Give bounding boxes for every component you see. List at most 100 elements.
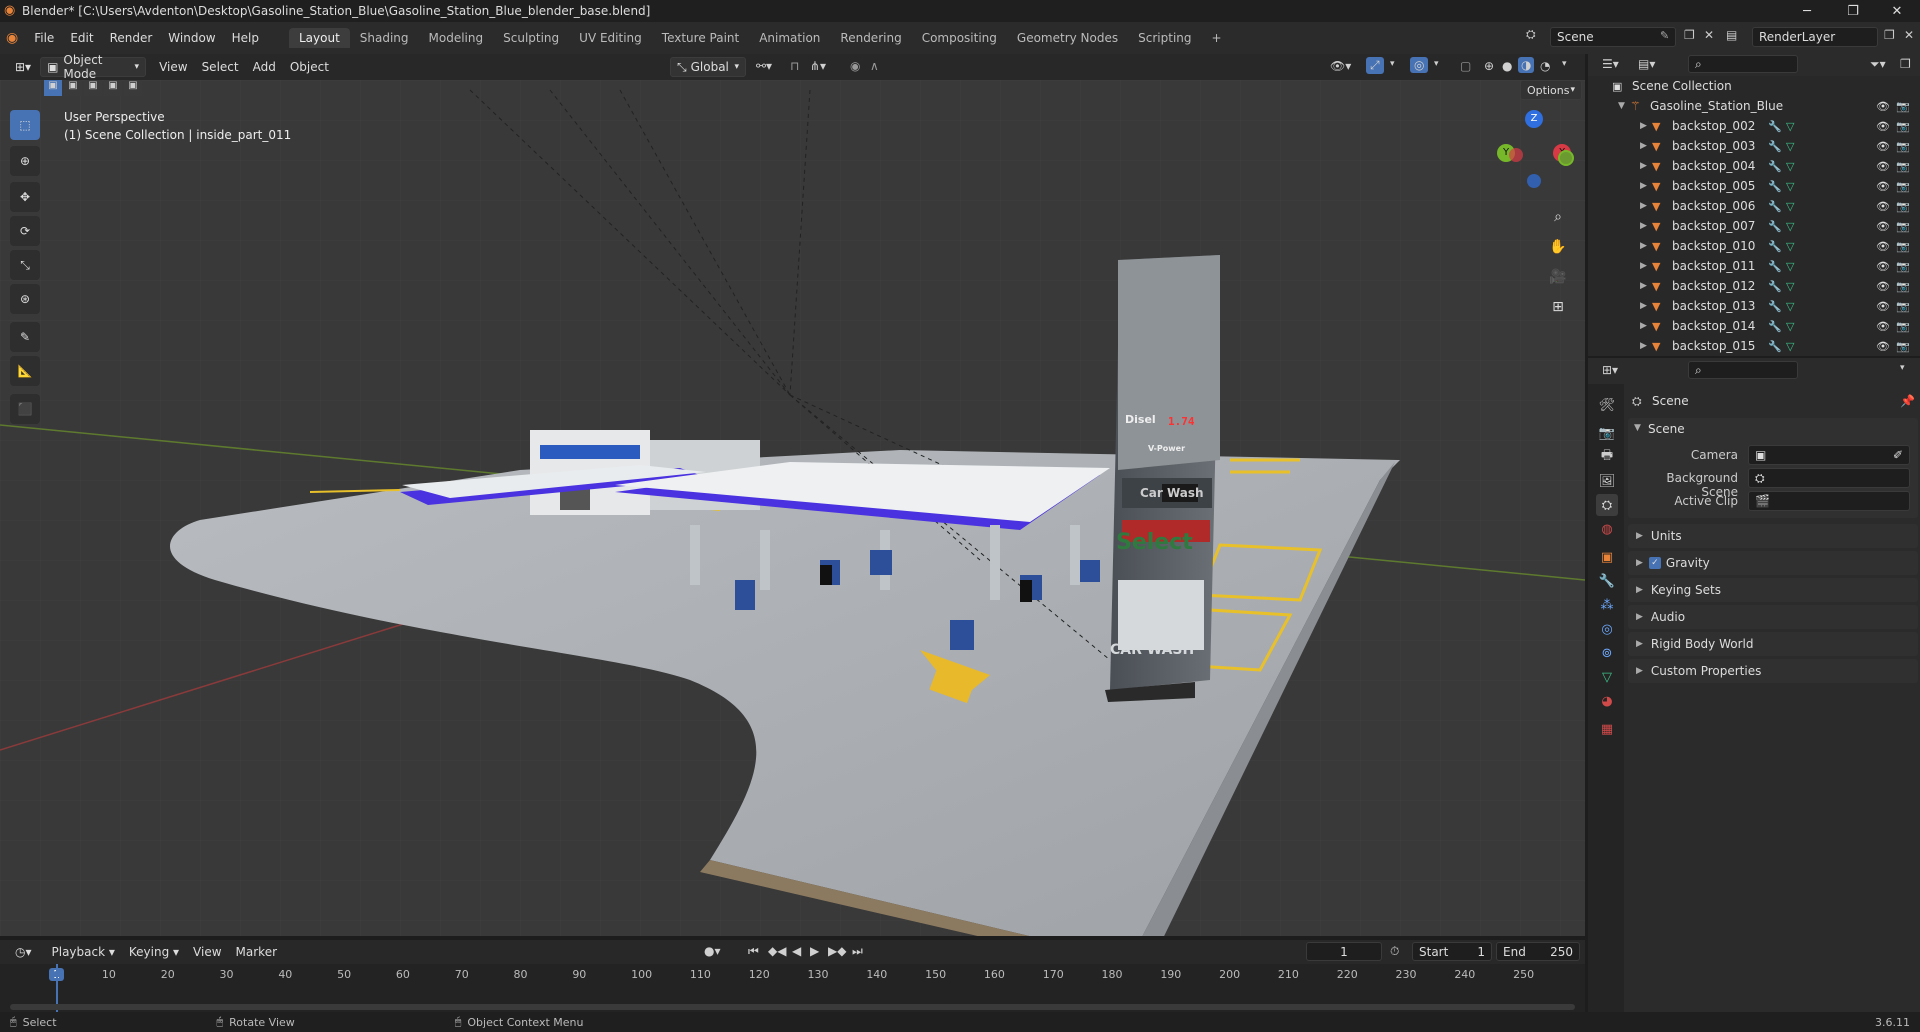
select-subtract-icon[interactable]: ▣ — [84, 80, 102, 96]
select-new-icon[interactable]: ▣ — [44, 80, 62, 96]
rotate-tool[interactable]: ⟳ — [10, 216, 40, 246]
tab-texture-paint[interactable]: Texture Paint — [652, 28, 749, 48]
keying-sets-panel[interactable]: ▶ Keying Sets — [1628, 578, 1918, 602]
eye-icon[interactable]: 👁 — [1876, 120, 1890, 133]
camera-icon[interactable]: 📷 — [1896, 100, 1910, 113]
play-icon[interactable]: ▶ — [810, 944, 819, 958]
camera-icon[interactable]: 📷 — [1896, 320, 1910, 333]
pivot-icon[interactable]: ⚯▾ — [756, 59, 772, 73]
tab-layout[interactable]: Layout — [288, 28, 350, 48]
camera-icon[interactable]: 📷 — [1896, 220, 1910, 233]
expand-right-icon[interactable]: ▶ — [1640, 341, 1647, 351]
current-frame-field[interactable]: 1 — [1306, 942, 1382, 961]
custom-properties-panel[interactable]: ▶ Custom Properties — [1628, 659, 1918, 683]
outliner-item-row[interactable]: ▶ ▼ backstop_005 🔧 ▽ 👁 📷 — [1588, 176, 1920, 196]
texture-tab[interactable]: ▦ — [1596, 718, 1618, 740]
menu-window[interactable]: Window — [160, 31, 223, 45]
mesh-data-icon[interactable]: ▽ — [1786, 240, 1794, 253]
modifier-tab[interactable]: 🔧 — [1596, 570, 1618, 592]
mesh-data-icon[interactable]: ▽ — [1786, 340, 1794, 353]
timeline-view-menu[interactable]: View — [186, 943, 228, 961]
scale-tool[interactable]: ⤡ — [10, 250, 40, 280]
chevron-down-icon[interactable]: ▾ — [1900, 363, 1905, 373]
tab-uv-editing[interactable]: UV Editing — [569, 28, 652, 48]
expand-right-icon[interactable]: ▶ — [1640, 301, 1647, 311]
menu-edit[interactable]: Edit — [62, 31, 101, 45]
mesh-data-icon[interactable]: ▽ — [1786, 220, 1794, 233]
select-extend-icon[interactable]: ▣ — [64, 80, 82, 96]
eye-icon[interactable]: 👁 — [1876, 320, 1890, 333]
gizmo-neg-z-axis[interactable] — [1527, 174, 1541, 188]
outliner-collection-row[interactable]: ▼ ⚚ Gasoline_Station_Blue 👁 📷 — [1588, 96, 1920, 116]
menu-object[interactable]: Object — [283, 58, 336, 76]
gizmo-neg-x-axis[interactable] — [1509, 148, 1523, 162]
modifier-wrench-icon[interactable]: 🔧 — [1768, 260, 1782, 273]
eye-icon[interactable]: 👁 — [1876, 240, 1890, 253]
zoom-icon[interactable]: ⌕ — [1545, 204, 1571, 230]
wireframe-shading-icon[interactable]: ⊕ — [1484, 59, 1494, 73]
end-frame-field[interactable]: End 250 — [1496, 942, 1580, 961]
close-button[interactable]: ✕ — [1874, 0, 1920, 22]
playback-menu[interactable]: Playback ▾ — [45, 943, 122, 961]
visibility-icon[interactable]: 👁▾ — [1330, 59, 1351, 73]
camera-icon[interactable]: 📷 — [1896, 240, 1910, 253]
add-cube-tool[interactable]: ⬛ — [10, 394, 40, 424]
mesh-data-icon[interactable]: ▽ — [1786, 140, 1794, 153]
scene-selector[interactable]: Scene — [1550, 27, 1676, 47]
cursor-tool[interactable]: ⊕ — [10, 146, 40, 176]
blender-menu-icon[interactable]: ◉ — [6, 30, 18, 46]
orientation-dropdown[interactable]: ⤡ Global ▾ — [670, 57, 746, 77]
camera-icon[interactable]: 📷 — [1896, 180, 1910, 193]
delete-layer-icon[interactable]: ✕ — [1904, 28, 1914, 42]
eye-icon[interactable]: 👁 — [1876, 200, 1890, 213]
expand-right-icon[interactable]: ▶ — [1640, 201, 1647, 211]
menu-file[interactable]: File — [26, 31, 62, 45]
solid-shading-icon[interactable]: ● — [1502, 59, 1512, 73]
new-collection-icon[interactable]: ❐ — [1900, 57, 1911, 71]
outliner-editor-icon[interactable]: ☰▾ — [1602, 57, 1619, 71]
camera-icon[interactable]: 📷 — [1896, 340, 1910, 353]
render-layer-selector[interactable]: RenderLayer — [1752, 27, 1878, 47]
modifier-wrench-icon[interactable]: 🔧 — [1768, 340, 1782, 353]
start-frame-field[interactable]: Start 1 — [1412, 942, 1492, 961]
mesh-data-icon[interactable]: ▽ — [1786, 160, 1794, 173]
camera-icon[interactable]: 📷 — [1896, 140, 1910, 153]
outliner-item-row[interactable]: ▶ ▼ backstop_013 🔧 ▽ 👁 📷 — [1588, 296, 1920, 316]
pin-icon[interactable]: ✎ — [1660, 29, 1669, 42]
mesh-data-icon[interactable]: ▽ — [1786, 180, 1794, 193]
jump-end-icon[interactable]: ⏭ — [852, 944, 863, 959]
tab-rendering[interactable]: Rendering — [830, 28, 911, 48]
properties-search-input[interactable]: ⌕ — [1688, 361, 1798, 379]
expand-right-icon[interactable]: ▶ — [1640, 261, 1647, 271]
mesh-data-icon[interactable]: ▽ — [1786, 280, 1794, 293]
xray-icon[interactable]: ▢ — [1460, 59, 1471, 73]
navigation-gizmo[interactable]: Z Y X — [1495, 110, 1575, 190]
expand-down-icon[interactable]: ▼ — [1618, 101, 1625, 111]
menu-view[interactable]: View — [152, 58, 194, 76]
render-tab[interactable]: 📷 — [1596, 422, 1618, 444]
tab-compositing[interactable]: Compositing — [912, 28, 1007, 48]
modifier-wrench-icon[interactable]: 🔧 — [1768, 120, 1782, 133]
expand-right-icon[interactable]: ▶ — [1640, 181, 1647, 191]
outliner-item-row[interactable]: ▶ ▼ backstop_010 🔧 ▽ 👁 📷 — [1588, 236, 1920, 256]
camera-field[interactable]: ▣ ✐ — [1748, 445, 1910, 465]
camera-icon[interactable]: 📷 — [1896, 280, 1910, 293]
camera-icon[interactable]: 📷 — [1896, 260, 1910, 273]
timeline-track[interactable]: 1102030405060708090100110120130140150160… — [0, 964, 1585, 1012]
mesh-data-icon[interactable]: ▽ — [1786, 260, 1794, 273]
eye-icon[interactable]: 👁 — [1876, 220, 1890, 233]
camera-icon[interactable]: 📷 — [1896, 160, 1910, 173]
new-layer-icon[interactable]: ❐ — [1884, 28, 1895, 42]
expand-right-icon[interactable]: ▶ — [1640, 141, 1647, 151]
3d-viewport[interactable]: Disel 1.74 V-Power Car Wash Select CAR W… — [0, 80, 1585, 936]
scene-panel-title[interactable]: Scene — [1648, 422, 1685, 436]
outliner-search-input[interactable]: ⌕ — [1688, 55, 1798, 73]
gravity-checkbox[interactable]: ✓ — [1648, 557, 1661, 569]
chevron-down-icon[interactable]: ▾ — [1434, 59, 1439, 69]
units-panel[interactable]: ▶ Units — [1628, 524, 1918, 548]
tool-settings-tab[interactable]: 🛠 — [1596, 394, 1618, 416]
record-icon[interactable]: ●▾ — [704, 944, 721, 958]
mesh-data-icon[interactable]: ▽ — [1786, 300, 1794, 313]
filter-icon[interactable]: ⏷▾ — [1870, 57, 1886, 72]
camera-view-icon[interactable]: 🎥 — [1545, 264, 1571, 290]
